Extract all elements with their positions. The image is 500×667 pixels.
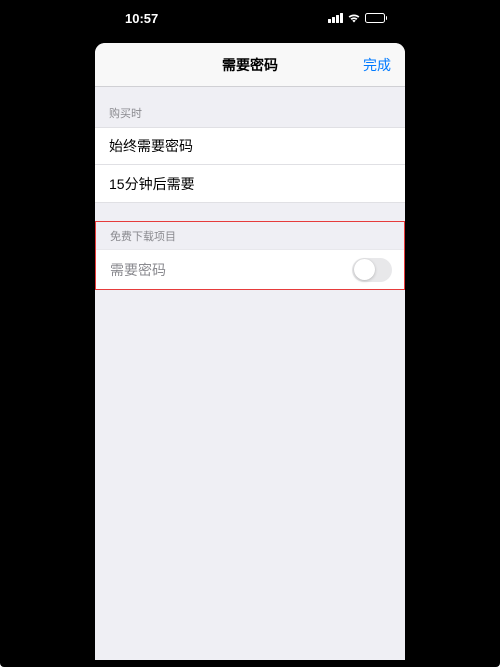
page-title: 需要密码 [95, 55, 405, 75]
status-bar: 10:57 [95, 0, 405, 36]
done-button[interactable]: 完成 [363, 55, 405, 75]
section-label-free-downloads: 免费下载项目 [96, 222, 404, 249]
section-label-purchase: 购买时 [95, 87, 405, 127]
option-after-15-min[interactable]: 15分钟后需要 [95, 165, 405, 203]
highlight-annotation: 免费下载项目 需要密码 [95, 221, 405, 290]
require-password-toggle[interactable] [352, 258, 392, 282]
battery-icon [365, 13, 388, 23]
status-time: 10:57 [113, 11, 256, 26]
status-indicators [256, 13, 387, 23]
option-always-require[interactable]: 始终需要密码 [95, 127, 405, 165]
signal-icon [328, 13, 343, 23]
settings-modal: 需要密码 完成 购买时 始终需要密码 15分钟后需要 免费下载项目 需要密码 [95, 43, 405, 660]
toggle-knob [354, 259, 375, 280]
purchase-options-group: 始终需要密码 15分钟后需要 [95, 127, 405, 203]
toggle-label: 需要密码 [110, 260, 166, 280]
wifi-icon [347, 13, 361, 23]
require-password-row[interactable]: 需要密码 [96, 249, 404, 289]
phone-screen: 10:57 [95, 0, 405, 660]
phone-frame: 10:57 [0, 0, 500, 667]
modal-header: 需要密码 完成 [95, 43, 405, 87]
